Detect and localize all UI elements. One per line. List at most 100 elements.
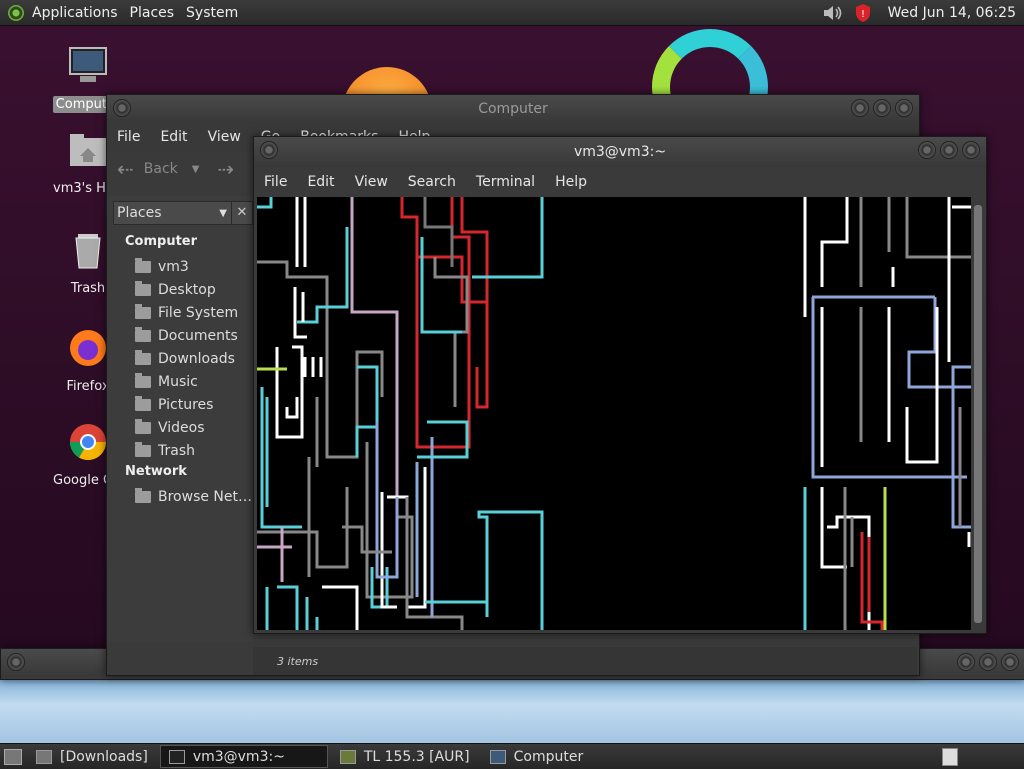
menu-file[interactable]: File (254, 174, 297, 190)
sidebar-item-browse-network[interactable]: Browse Net… (107, 485, 253, 508)
folder-icon (135, 326, 151, 342)
status-bar: 3 items (253, 647, 917, 675)
sidebar-item-trash[interactable]: Trash (107, 439, 253, 462)
task-tl[interactable]: TL 155.3 [AUR] (332, 746, 478, 767)
task-label: Computer (513, 748, 584, 765)
sidebar-item-music[interactable]: Music (107, 370, 253, 393)
volume-icon[interactable] (822, 4, 844, 22)
distro-logo-icon[interactable] (8, 4, 24, 21)
menu-search[interactable]: Search (398, 174, 466, 190)
trash-icon (75, 234, 101, 269)
minimize-button[interactable] (851, 99, 869, 117)
section-heading-computer: Computer (125, 234, 198, 249)
terminal-titlebar[interactable]: vm3@vm3:~ (254, 137, 986, 167)
sidebar-item-label: Videos (158, 419, 205, 436)
menu-system[interactable]: System (180, 5, 244, 21)
window-menu-button[interactable] (7, 653, 25, 671)
sidebar-item-file-system[interactable]: File System (107, 301, 253, 324)
task-terminal[interactable]: vm3@vm3:~ (159, 745, 328, 768)
scrollbar-thumb[interactable] (974, 205, 982, 623)
menu-edit[interactable]: Edit (150, 129, 197, 145)
back-button[interactable]: Back (144, 161, 178, 177)
workspace-switcher-icon[interactable] (942, 747, 958, 766)
update-shield-icon[interactable]: ! (854, 3, 872, 23)
pipes-screensaver-art (257, 197, 971, 630)
sidebar-item-label: Desktop (158, 281, 216, 298)
wallpaper-sky (0, 677, 1024, 743)
window-menu-button[interactable] (260, 141, 278, 159)
terminal-window[interactable]: vm3@vm3:~ File Edit View Search Terminal… (253, 136, 987, 634)
computer-icon (69, 47, 107, 82)
desktop-icon-label: Trash (70, 281, 106, 296)
window-menu-button[interactable] (113, 99, 131, 117)
back-history-dropdown-icon[interactable]: ▼ (192, 164, 200, 175)
trash-icon (135, 441, 151, 457)
menu-applications[interactable]: Applications (26, 5, 124, 21)
places-selector[interactable]: Places ▼ (113, 201, 232, 225)
sidebar-item-label: Pictures (158, 396, 214, 413)
firefox-icon (70, 330, 106, 366)
sidebar-item-documents[interactable]: Documents (107, 324, 253, 347)
top-panel: Applications Places System ! Wed Jun 14,… (0, 0, 1024, 26)
task-label: vm3@vm3:~ (192, 748, 285, 765)
menu-view[interactable]: View (198, 129, 251, 145)
minimize-button[interactable] (957, 653, 975, 671)
menu-edit[interactable]: Edit (297, 174, 344, 190)
window-title: vm3@vm3:~ (573, 144, 667, 160)
home-folder-icon (135, 257, 151, 273)
task-downloads[interactable]: [Downloads] (28, 746, 156, 767)
status-text: 3 items (277, 654, 319, 668)
sidebar-item-vm3[interactable]: vm3 (107, 255, 253, 278)
task-computer[interactable]: Computer (482, 746, 592, 767)
sidebar-item-label: Music (158, 373, 198, 390)
window-title: Computer (478, 101, 548, 117)
maximize-button[interactable] (873, 99, 891, 117)
terminal-icon (168, 749, 185, 764)
menu-places[interactable]: Places (124, 5, 181, 21)
sidebar-item-videos[interactable]: Videos (107, 416, 253, 439)
section-heading-network: Network (125, 464, 187, 479)
menu-terminal[interactable]: Terminal (466, 174, 545, 190)
terminal-screen[interactable] (257, 197, 971, 630)
sidebar-item-label: Trash (158, 442, 195, 459)
network-icon (135, 487, 151, 503)
close-sidebar-button[interactable]: ✕ (231, 201, 253, 225)
sidebar-item-downloads[interactable]: Downloads (107, 347, 253, 370)
file-manager-titlebar[interactable]: Computer (107, 95, 919, 123)
maximize-button[interactable] (940, 141, 958, 159)
show-desktop-icon[interactable] (4, 748, 22, 765)
folder-icon (135, 372, 151, 388)
sidebar-item-desktop[interactable]: Desktop (107, 278, 253, 301)
task-label: TL 155.3 [AUR] (363, 748, 470, 765)
close-button[interactable] (895, 99, 913, 117)
minecraft-block-icon (339, 749, 356, 764)
drive-icon (135, 303, 151, 319)
menu-help[interactable]: Help (545, 174, 597, 190)
minimize-button[interactable] (918, 141, 936, 159)
back-arrow-icon[interactable]: ⇠ (117, 157, 134, 181)
svg-text:!: ! (861, 9, 865, 20)
sidebar-item-label: Downloads (158, 350, 235, 367)
folder-icon (135, 280, 151, 296)
sidebar-item-pictures[interactable]: Pictures (107, 393, 253, 416)
folder-icon (135, 395, 151, 411)
chevron-down-icon: ▼ (219, 207, 227, 219)
terminal-scrollbar[interactable] (973, 197, 983, 630)
forward-arrow-icon[interactable]: ⇢ (217, 157, 234, 181)
folder-icon (135, 418, 151, 434)
folder-icon (135, 349, 151, 365)
clock[interactable]: Wed Jun 14, 06:25 (882, 5, 1024, 21)
close-button[interactable] (1001, 653, 1019, 671)
task-label: [Downloads] (60, 748, 148, 765)
home-folder-icon (70, 134, 106, 166)
menu-file[interactable]: File (107, 129, 150, 145)
maximize-button[interactable] (979, 653, 997, 671)
menu-view[interactable]: View (345, 174, 398, 190)
terminal-menubar: File Edit View Search Terminal Help (254, 167, 986, 197)
chrome-icon (69, 424, 107, 461)
taskbar: [Downloads] vm3@vm3:~ TL 155.3 [AUR] Com… (0, 743, 1024, 769)
close-button[interactable] (962, 141, 980, 159)
sidebar-item-label: vm3 (158, 258, 189, 275)
sidebar-item-label: Browse Net… (158, 488, 253, 505)
folder-icon (36, 749, 52, 764)
